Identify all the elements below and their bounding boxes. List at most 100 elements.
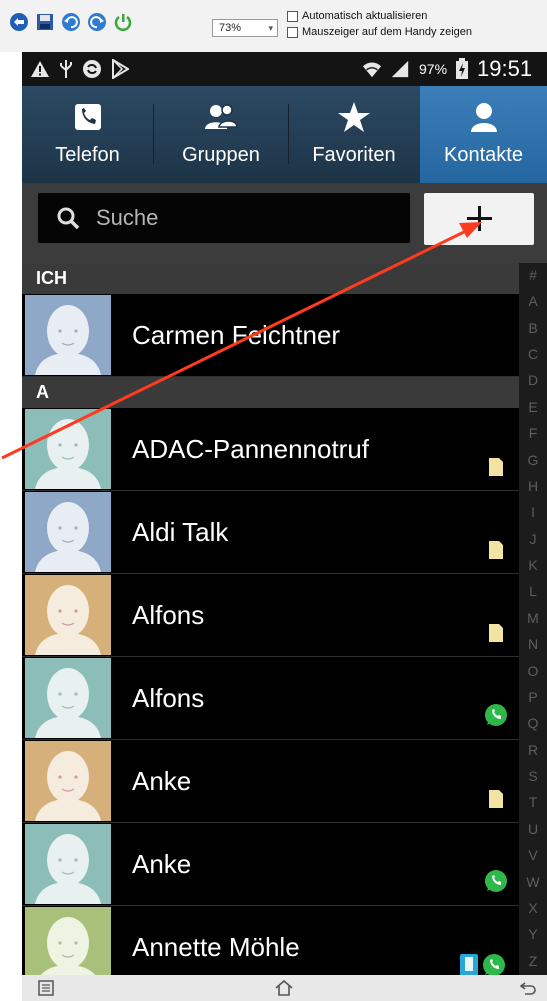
alphabet-letter[interactable]: C bbox=[519, 346, 547, 362]
group-icon bbox=[200, 96, 242, 138]
chevron-down-icon: ▾ bbox=[268, 23, 273, 33]
alphabet-letter[interactable]: R bbox=[519, 742, 547, 758]
alphabet-letter[interactable]: D bbox=[519, 372, 547, 388]
nav-bar bbox=[22, 975, 547, 1001]
tab-label: Telefon bbox=[55, 144, 120, 166]
avatar-placeholder-icon bbox=[25, 907, 111, 975]
alphabet-letter[interactable]: A bbox=[519, 293, 547, 309]
checkbox-box[interactable] bbox=[287, 26, 298, 38]
back-icon[interactable] bbox=[518, 978, 538, 998]
tab-label: Kontakte bbox=[444, 144, 523, 166]
contact-row[interactable]: Alfons bbox=[22, 574, 519, 657]
alphabet-letter[interactable]: G bbox=[519, 452, 547, 468]
contact-name: Alfons bbox=[132, 600, 205, 630]
phone-icon bbox=[67, 96, 109, 138]
avatar-placeholder-icon bbox=[25, 409, 111, 489]
undo-icon[interactable] bbox=[60, 11, 82, 33]
tab-favoriten[interactable]: Favoriten bbox=[289, 86, 419, 183]
power-icon[interactable] bbox=[112, 11, 134, 33]
avatar-placeholder-icon bbox=[25, 658, 111, 738]
alphabet-letter[interactable]: U bbox=[519, 821, 547, 837]
play-store-icon bbox=[110, 59, 130, 79]
refresh-icon[interactable] bbox=[86, 11, 108, 33]
avatar-placeholder-icon bbox=[25, 575, 111, 655]
sim-card-icon bbox=[489, 458, 503, 476]
tab-gruppen[interactable]: Gruppen bbox=[154, 86, 288, 183]
alphabet-letter[interactable]: F bbox=[519, 425, 547, 441]
contact-row[interactable]: Annette Möhle bbox=[22, 906, 519, 975]
zoom-select[interactable]: 73% ▾ bbox=[212, 19, 278, 37]
alphabet-letter[interactable]: O bbox=[519, 663, 547, 679]
contact-name: Carmen Feichtner bbox=[132, 320, 341, 350]
alphabet-letter[interactable]: Q bbox=[519, 715, 547, 731]
contact-row[interactable]: Anke bbox=[22, 823, 519, 906]
sim-card-icon bbox=[489, 790, 503, 808]
alphabet-letter[interactable]: M bbox=[519, 610, 547, 626]
contact-list[interactable]: ICH Carmen Feichtner A ADAC-Pannennotruf… bbox=[22, 263, 519, 975]
whatsapp-icon bbox=[485, 870, 507, 892]
zoom-value: 73% bbox=[219, 22, 242, 34]
add-contact-button[interactable] bbox=[424, 193, 534, 245]
save-icon[interactable] bbox=[34, 11, 56, 33]
contact-row[interactable]: Aldi Talk bbox=[22, 491, 519, 574]
search-icon bbox=[57, 207, 80, 230]
contact-name: Annette Möhle bbox=[132, 932, 300, 962]
search-box[interactable] bbox=[38, 193, 410, 243]
connect-icon[interactable] bbox=[8, 11, 30, 33]
avatar-placeholder-icon bbox=[25, 741, 111, 821]
alphabet-letter[interactable]: H bbox=[519, 478, 547, 494]
show-pointer-checkbox[interactable]: Mauszeiger auf dem Handy zeigen bbox=[287, 25, 472, 39]
contact-name: Anke bbox=[132, 849, 192, 879]
star-icon bbox=[333, 96, 375, 138]
search-row bbox=[22, 183, 547, 263]
plus-icon bbox=[478, 206, 481, 231]
status-bar: 97% 19:51 bbox=[22, 52, 547, 86]
host-toolbar: 73% ▾ Automatisch aktualisieren Mauszeig… bbox=[0, 0, 547, 52]
signal-icon bbox=[390, 59, 410, 79]
contact-row[interactable]: Anke bbox=[22, 740, 519, 823]
contact-row[interactable]: Carmen Feichtner bbox=[22, 294, 519, 377]
wifi-icon bbox=[362, 59, 382, 79]
contact-name: Aldi Talk bbox=[132, 517, 229, 547]
alphabet-index[interactable]: # A B C D E F G H I J K L M N O P Q R S T U V W X Y Z bbox=[519, 263, 547, 975]
alphabet-letter[interactable]: L bbox=[519, 583, 547, 599]
show-pointer-label: Mauszeiger auf dem Handy zeigen bbox=[302, 26, 472, 38]
avatar-placeholder-icon bbox=[25, 295, 111, 375]
whatsapp-icon bbox=[485, 704, 507, 726]
alphabet-letter[interactable]: J bbox=[519, 531, 547, 547]
tab-label: Gruppen bbox=[182, 144, 260, 166]
contact-name: Alfons bbox=[132, 683, 205, 713]
menu-icon[interactable] bbox=[36, 978, 56, 998]
auto-refresh-checkbox[interactable]: Automatisch aktualisieren bbox=[287, 9, 427, 23]
alphabet-letter[interactable]: Z bbox=[519, 953, 547, 969]
tab-telefon[interactable]: Telefon bbox=[22, 86, 153, 183]
search-input[interactable] bbox=[96, 205, 396, 231]
tab-kontakte[interactable]: Kontakte bbox=[420, 86, 547, 183]
auto-refresh-label: Automatisch aktualisieren bbox=[302, 10, 428, 22]
alphabet-letter[interactable]: V bbox=[519, 847, 547, 863]
alphabet-letter[interactable]: E bbox=[519, 399, 547, 415]
tab-bar: Telefon Gruppen Favoriten Kontakte bbox=[22, 86, 547, 183]
avatar-placeholder-icon bbox=[25, 824, 111, 904]
contact-row[interactable]: Alfons bbox=[22, 657, 519, 740]
person-icon bbox=[463, 96, 505, 138]
alphabet-letter[interactable]: I bbox=[519, 504, 547, 520]
sync-icon bbox=[82, 59, 102, 79]
alphabet-letter[interactable]: P bbox=[519, 689, 547, 705]
clock: 19:51 bbox=[477, 56, 533, 81]
section-header-me: ICH bbox=[22, 263, 519, 294]
contact-row[interactable]: ADAC-Pannennotruf bbox=[22, 408, 519, 491]
alphabet-letter[interactable]: N bbox=[519, 636, 547, 652]
alphabet-letter[interactable]: S bbox=[519, 768, 547, 784]
contact-name: Anke bbox=[132, 766, 192, 796]
alphabet-letter[interactable]: # bbox=[519, 267, 547, 283]
alphabet-letter[interactable]: K bbox=[519, 557, 547, 573]
alphabet-letter[interactable]: B bbox=[519, 320, 547, 336]
checkbox-box[interactable] bbox=[287, 10, 298, 22]
alphabet-letter[interactable]: T bbox=[519, 794, 547, 810]
alphabet-letter[interactable]: W bbox=[519, 874, 547, 890]
home-icon[interactable] bbox=[274, 978, 294, 998]
section-header-a: A bbox=[22, 377, 519, 408]
alphabet-letter[interactable]: X bbox=[519, 900, 547, 916]
alphabet-letter[interactable]: Y bbox=[519, 926, 547, 942]
